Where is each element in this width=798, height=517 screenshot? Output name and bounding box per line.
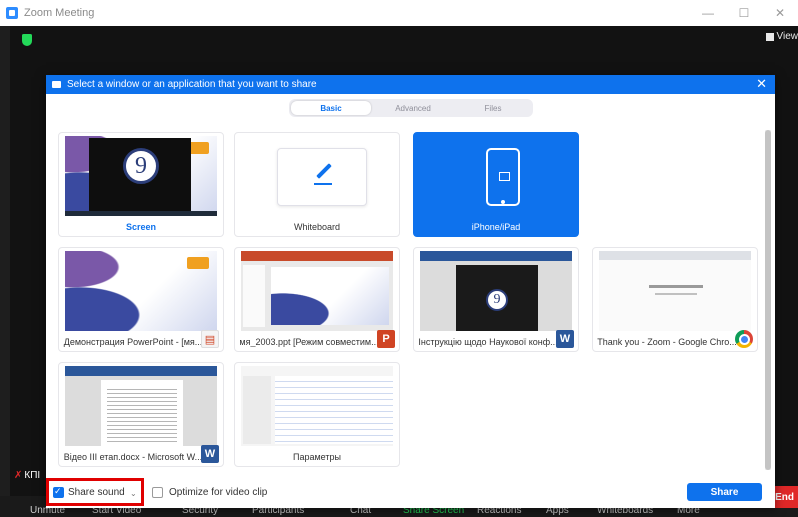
tile-label: Демонстрация PowerPoint - [мя... <box>63 337 203 347</box>
window-title: Zoom Meeting <box>24 7 95 19</box>
tile-iphone-ipad[interactable]: iPhone/iPad <box>413 132 579 237</box>
share-button[interactable]: Share <box>687 483 762 501</box>
grid-scrollbar[interactable] <box>765 130 771 470</box>
tile-label: Whiteboard <box>293 222 341 232</box>
minimize-button[interactable]: — <box>690 0 726 26</box>
optimize-video-label: Optimize for video clip <box>169 487 268 498</box>
chrome-icon <box>735 330 753 348</box>
window-thumbnail: 9 <box>420 251 572 331</box>
maximize-button[interactable]: ☐ <box>726 0 762 26</box>
tile-label: Параметры <box>293 452 341 462</box>
tile-word-instructions[interactable]: 9 Інструкцію щодо Наукової конф... W <box>413 247 579 352</box>
phone-airplay-icon <box>486 148 520 206</box>
zoom-app-icon <box>6 7 18 19</box>
tile-settings[interactable]: Параметры <box>234 362 400 467</box>
window-thumbnail <box>65 251 217 331</box>
window-thumbnail <box>599 251 751 331</box>
window-controls: — ☐ ✕ <box>690 0 798 26</box>
tile-ppt-editor[interactable]: мя_2003.ppt [Режим совместим... P <box>234 247 400 352</box>
participant-name: КПІ <box>24 470 41 481</box>
tile-label: Thank you - Zoom - Google Chro... <box>597 337 737 347</box>
word-icon: W <box>201 445 219 463</box>
tab-files[interactable]: Files <box>453 99 533 117</box>
window-thumbnail <box>241 251 393 331</box>
chevron-down-icon[interactable]: ⌄ <box>130 489 137 498</box>
share-dialog: Select a window or an application that y… <box>46 75 775 508</box>
view-button[interactable]: View <box>765 31 798 42</box>
shield-icon[interactable] <box>22 34 32 46</box>
window-close-button[interactable]: ✕ <box>762 0 798 26</box>
share-options-grid: 9 Screen Whiteboard iPhone/iPad Демонстр… <box>46 123 766 469</box>
share-icon <box>52 81 61 88</box>
whiteboard-card <box>277 148 367 206</box>
optimize-video-checkbox[interactable] <box>152 487 163 498</box>
pencil-icon <box>316 163 332 179</box>
mic-muted-icon: ✗ <box>14 470 23 481</box>
tab-advanced[interactable]: Advanced <box>373 99 453 117</box>
tile-label: мя_2003.ppt [Режим совместим... <box>239 337 379 347</box>
dialog-title: Select a window or an application that y… <box>67 79 317 90</box>
dialog-close-button[interactable]: ✕ <box>756 77 767 91</box>
dialog-header: Select a window or an application that y… <box>46 75 775 94</box>
tile-whiteboard[interactable]: Whiteboard <box>234 132 400 237</box>
pencil-line <box>314 183 332 185</box>
view-label: View <box>776 31 798 42</box>
tile-label: Інструкцію щодо Наукової конф... <box>418 337 558 347</box>
word-icon: W <box>556 330 574 348</box>
tile-screen[interactable]: 9 Screen <box>58 132 224 237</box>
participant-name-tag: ✗ КПІ <box>14 470 40 481</box>
tile-chrome-thank-you[interactable]: Thank you - Zoom - Google Chro... <box>592 247 758 352</box>
tile-powerpoint-show[interactable]: Демонстрация PowerPoint - [мя... ▤ <box>58 247 224 352</box>
tile-label: Screen <box>125 222 157 232</box>
window-titlebar: Zoom Meeting — ☐ ✕ <box>0 0 798 26</box>
left-strip <box>0 26 10 496</box>
share-sound-checkbox[interactable] <box>53 486 64 498</box>
powerpoint-icon: P <box>377 330 395 348</box>
tab-basic[interactable]: Basic <box>291 101 371 115</box>
thumb-number: 9 <box>486 289 508 311</box>
thumb-number: 9 <box>123 148 159 184</box>
whiteboard-thumbnail <box>241 136 393 216</box>
window-thumbnail <box>241 366 393 446</box>
iphone-thumbnail <box>420 136 572 216</box>
tile-label: Відео III етап.docx - Microsoft W... <box>63 452 203 462</box>
screen-thumbnail: 9 <box>65 136 217 216</box>
share-sound-label: Share sound <box>68 487 125 498</box>
document-icon: ▤ <box>201 330 219 348</box>
tile-word-video[interactable]: Відео III етап.docx - Microsoft W... W <box>58 362 224 467</box>
share-tabs: Basic Advanced Files <box>289 99 533 117</box>
grid-icon <box>765 32 774 41</box>
window-thumbnail <box>65 366 217 446</box>
tile-label: iPhone/iPad <box>471 222 521 232</box>
